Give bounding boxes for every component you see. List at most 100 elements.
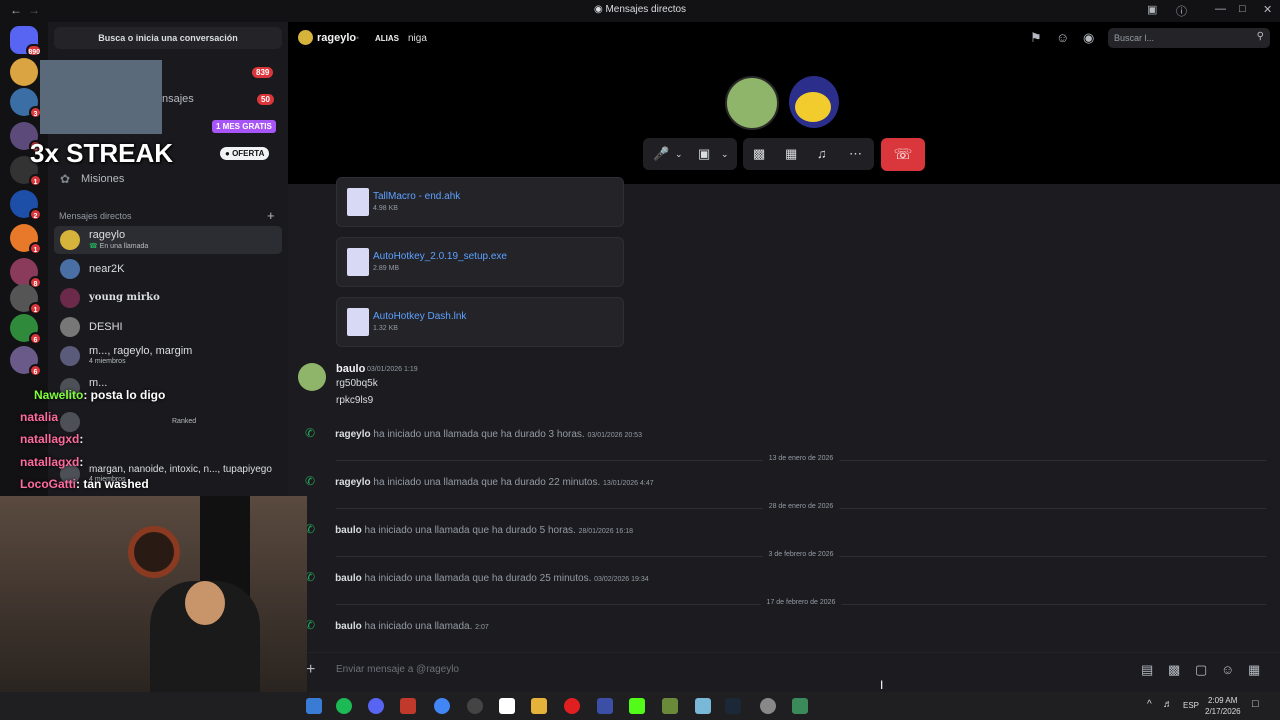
missions-icon: ✿ bbox=[60, 172, 71, 186]
soundboard-icon[interactable]: ♫ bbox=[817, 146, 827, 161]
nitro-label[interactable]: nsajes bbox=[162, 93, 194, 105]
text-cursor-icon: I bbox=[880, 678, 884, 692]
home-button[interactable]: 890 bbox=[10, 26, 42, 57]
message-line: rpkc9ls9 bbox=[336, 395, 374, 406]
spotify-icon[interactable] bbox=[336, 698, 352, 714]
emoji-icon[interactable]: ☺ bbox=[1221, 662, 1234, 677]
gift-icon[interactable]: ▤ bbox=[1141, 662, 1153, 678]
call-log-entry: ✆ baulo ha iniciado una llamada que ha du… bbox=[305, 570, 649, 584]
chevron-down-icon[interactable]: ⌄ bbox=[675, 149, 683, 160]
phone-icon: ✆ bbox=[305, 474, 316, 488]
server-icon[interactable]: 2 bbox=[10, 190, 42, 221]
file-attachment[interactable]: TallMacro - end.ahk 4.98 KB bbox=[336, 177, 624, 227]
avatar[interactable] bbox=[298, 363, 326, 391]
date-divider: 17 de febrero de 2026 bbox=[336, 599, 1266, 606]
missions-link[interactable]: Misiones bbox=[81, 173, 124, 185]
folder-icon[interactable] bbox=[531, 698, 547, 714]
app-icon[interactable] bbox=[792, 698, 808, 714]
opera-icon[interactable] bbox=[564, 698, 580, 714]
microphone-icon[interactable]: 🎤 bbox=[653, 146, 669, 162]
chrome-icon[interactable] bbox=[434, 698, 450, 714]
pin-icon[interactable]: ⚑ bbox=[1030, 30, 1042, 46]
server-icon[interactable] bbox=[10, 58, 38, 86]
app-icon[interactable] bbox=[662, 698, 678, 714]
participant-avatar[interactable] bbox=[789, 76, 839, 128]
minimize-icon[interactable]: — bbox=[1215, 3, 1226, 15]
webcam-overlay bbox=[0, 496, 307, 692]
message-timestamp: 03/01/2026 1:19 bbox=[367, 366, 418, 373]
app-icon[interactable] bbox=[695, 698, 711, 714]
title-bar: ← → ◉ Mensajes directos ▣ ⓘ — □ ✕ bbox=[0, 0, 1280, 22]
trial-badge: 1 MES GRATIS bbox=[212, 120, 276, 133]
settings-icon[interactable] bbox=[760, 698, 776, 714]
app-icon[interactable] bbox=[306, 698, 322, 714]
app-icon[interactable] bbox=[597, 698, 613, 714]
clock-time[interactable]: 2:09 AM bbox=[1208, 696, 1237, 705]
server-icon[interactable]: 8 bbox=[10, 258, 42, 289]
dm-search-button[interactable]: Busca o inicia una conversación bbox=[54, 27, 282, 49]
unread-badge: 839 bbox=[252, 67, 274, 78]
dm-item[interactable]: Ranked bbox=[54, 408, 282, 436]
language-indicator[interactable]: ESP bbox=[1183, 701, 1199, 710]
tray-chevron-icon[interactable]: ^ bbox=[1147, 699, 1152, 710]
streak-thumbnail bbox=[40, 60, 162, 134]
server-icon[interactable]: 1 bbox=[10, 284, 42, 315]
add-dm-icon[interactable]: + bbox=[267, 208, 275, 223]
app-icon[interactable] bbox=[400, 698, 416, 714]
dm-item[interactable]: rageylo ☎ En una llamada bbox=[54, 226, 282, 254]
inbox-icon[interactable]: ▣ bbox=[1147, 3, 1157, 16]
call-log-entry: ✆ baulo ha iniciado una llamada. 2:07 bbox=[305, 618, 489, 632]
activities-icon[interactable]: ▦ bbox=[785, 146, 797, 162]
participant-avatar[interactable] bbox=[725, 76, 779, 130]
sticker-icon[interactable]: ▢ bbox=[1195, 662, 1207, 678]
search-input[interactable]: Buscar l... ⚲ bbox=[1108, 28, 1270, 48]
notification-icon[interactable]: □ bbox=[1252, 698, 1259, 710]
hang-up-button[interactable]: ☏ bbox=[881, 138, 925, 171]
server-icon[interactable]: 6 bbox=[10, 346, 42, 377]
offer-badge: ● OFERTA bbox=[220, 147, 270, 160]
date-divider: 28 de enero de 2026 bbox=[336, 503, 1266, 510]
attach-plus-icon[interactable]: + bbox=[306, 661, 315, 679]
stream-chat-line: natallagxd: bbox=[20, 432, 84, 446]
more-icon[interactable]: ⋯ bbox=[849, 146, 862, 162]
file-attachment[interactable]: AutoHotkey Dash.lnk 1.32 KB bbox=[336, 297, 624, 347]
dm-item[interactable]: m..., rageylo, margim 4 miembros bbox=[54, 342, 282, 370]
maximize-icon[interactable]: □ bbox=[1239, 3, 1246, 15]
gif-icon[interactable]: ▩ bbox=[1168, 662, 1180, 678]
dm-item[interactable]: near2K bbox=[54, 255, 282, 283]
message-line: rg50bq5k bbox=[336, 378, 378, 389]
chevron-down-icon[interactable]: ⌄ bbox=[721, 149, 729, 160]
stream-chat-line: natalia bbox=[20, 410, 59, 424]
server-icon[interactable]: 6 bbox=[10, 314, 42, 345]
search-icon: ⚲ bbox=[1256, 31, 1264, 42]
app-icon[interactable] bbox=[467, 698, 483, 714]
kick-icon[interactable] bbox=[629, 698, 645, 714]
taskbar: ^ ♬ ESP 2:09 AM 2/17/2026 □ bbox=[0, 692, 1280, 720]
file-attachment[interactable]: AutoHotkey_2.0.19_setup.exe 2.89 MB bbox=[336, 237, 624, 287]
profile-icon[interactable]: ◉ bbox=[1083, 30, 1094, 46]
stream-chat-line: LocoGatti: tan washed bbox=[20, 477, 149, 491]
dm-item[interactable]: young mirko bbox=[54, 284, 282, 312]
help-icon[interactable]: ⓘ bbox=[1176, 3, 1187, 19]
alias-value: niga bbox=[408, 33, 427, 44]
dm-item[interactable]: DESHI bbox=[54, 313, 282, 341]
stream-chat-line: natallagxd: bbox=[20, 455, 84, 469]
server-icon[interactable]: 1 bbox=[10, 224, 42, 255]
app-icon[interactable] bbox=[499, 698, 515, 714]
call-log-entry: ✆ rageylo ha iniciado una llamada que ha … bbox=[305, 426, 642, 440]
camera-off-icon[interactable]: ▣ bbox=[698, 146, 710, 162]
steam-icon[interactable] bbox=[725, 698, 741, 714]
close-icon[interactable]: ✕ bbox=[1263, 3, 1272, 16]
message-input[interactable]: Enviar mensaje a @rageylo bbox=[336, 664, 459, 675]
screen-share-icon[interactable]: ▩ bbox=[753, 146, 765, 162]
apps-icon[interactable]: ▦ bbox=[1248, 662, 1260, 678]
file-icon bbox=[347, 188, 369, 216]
discord-icon[interactable] bbox=[368, 698, 384, 714]
dm-header: Mensajes directos bbox=[59, 211, 132, 221]
volume-icon[interactable]: ♬ bbox=[1163, 699, 1173, 710]
message-author[interactable]: baulo bbox=[336, 363, 365, 375]
stream-chat-line: Nawelito: posta lo digo bbox=[34, 388, 166, 402]
server-icon[interactable]: 3 bbox=[10, 88, 42, 119]
clock-date[interactable]: 2/17/2026 bbox=[1205, 707, 1241, 716]
add-friend-icon[interactable]: ☺ bbox=[1056, 30, 1069, 45]
